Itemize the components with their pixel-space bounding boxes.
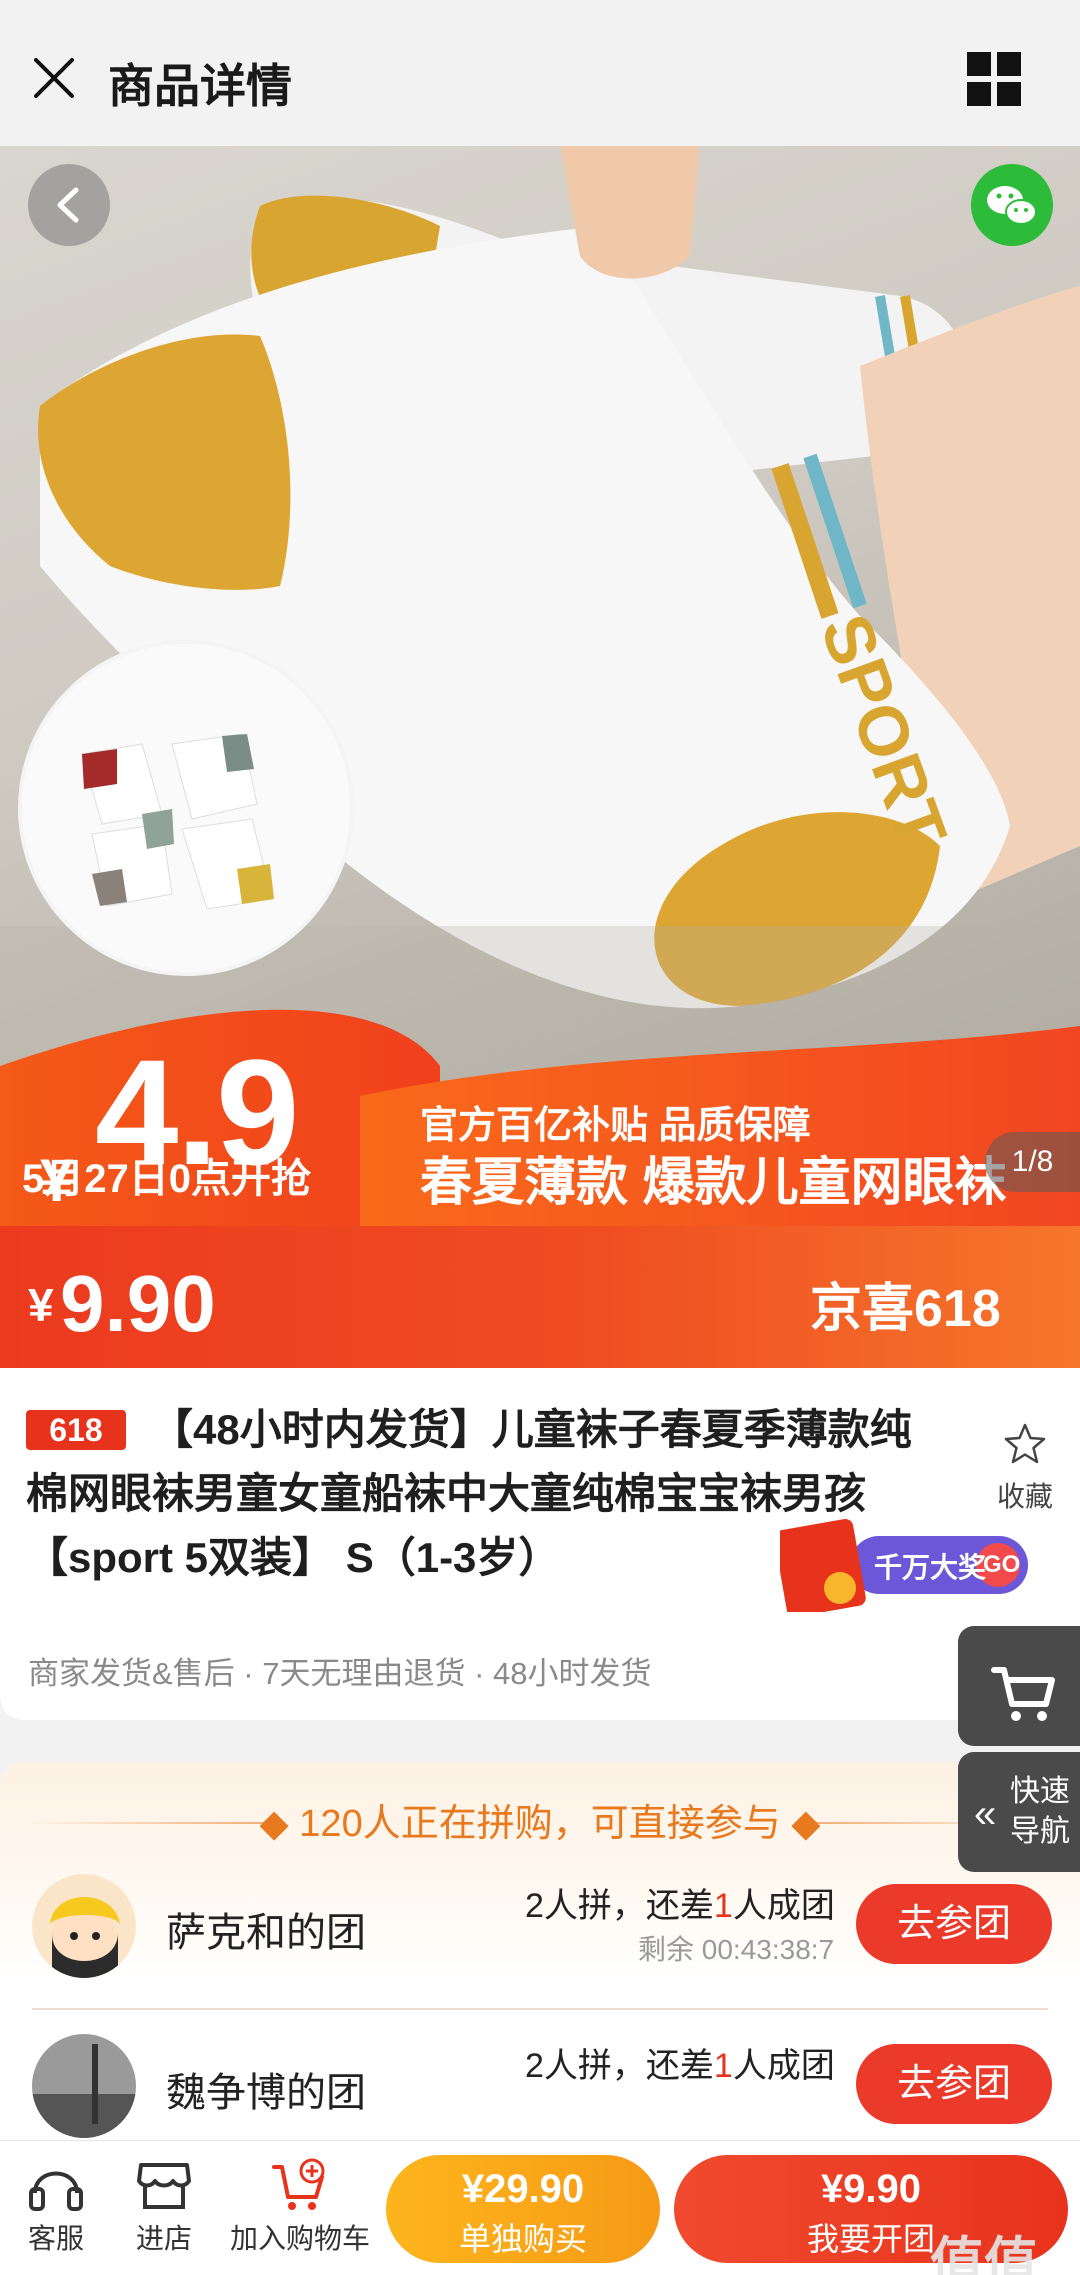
group-buy-heading: ◆ 120人正在拼购，可直接参与 ◆ [259,1803,821,1845]
promo-go: GO [983,1551,1021,1578]
avatar [32,1874,136,1978]
promo-headline: 春夏薄款 爆款儿童网眼袜 [420,1154,1007,1212]
cart-plus-icon [272,2158,325,2210]
lottery-promo-badge[interactable]: 千万大奖 GO [774,1516,1030,1618]
group-status: 2人拼，还差1人成团 [525,2047,835,2085]
back-button[interactable] [28,164,110,246]
group-countdown: 剩余 00:43:38:7 [638,1934,835,1965]
add-to-cart-button[interactable]: 加入购物车 [230,2157,370,2257]
price-currency: ¥ [28,1279,54,1331]
customer-service-button[interactable]: 客服 [24,2157,88,2257]
group-leader-name: 萨克和的团 [166,1911,366,1955]
app-header: 商品详情 [0,0,1080,146]
store-button[interactable]: 进店 [132,2157,196,2257]
price-amount: 9.90 [60,1259,216,1348]
wechat-share-button[interactable] [971,164,1053,246]
avatar [32,2034,136,2138]
group-row: 萨克和的团 2人拼，还差1人成团 剩余 00:43:38:7 去参团 [0,1850,1080,2010]
grid-menu-icon[interactable] [965,50,1023,108]
price-strip: ¥ 9.90 京喜618 [0,1226,1080,1368]
campaign-logo: 京喜618 [810,1280,1001,1338]
campaign-tag: 618 [26,1410,126,1450]
favorite-button[interactable]: 收藏 [990,1420,1060,1515]
chevron-double-left-icon: « [974,1792,997,1836]
quick-nav-button[interactable]: « 快速 导航 [958,1752,1080,1872]
group-leader-name: 魏争博的团 [166,2071,366,2115]
star-icon [1004,1423,1046,1464]
promo-badge-text: 千万大奖 [874,1552,987,1583]
buy-alone-button[interactable]: ¥29.90 单独购买 [386,2155,660,2263]
watermark: 值值值 [930,2233,1038,2275]
sale-date: 5月27日0点开抢 [22,1157,311,1201]
floating-cart-button[interactable] [958,1626,1080,1746]
product-info-card: 【48小时内发货】儿童袜子春夏季薄款纯棉网眼袜男童女童船袜中大童纯棉宝宝袜男孩 … [0,1368,1080,1720]
chevron-left-icon [57,187,79,223]
group-status: 2人拼，还差1人成团 [525,1887,835,1925]
close-icon[interactable] [28,52,80,104]
cart-icon [991,1667,1055,1721]
favorite-label: 收藏 [996,1481,1053,1512]
product-variants-thumbnail [18,640,354,976]
group-buy-section: ◆ 120人正在拼购，可直接参与 ◆ 萨克和的团 2人拼，还差1人成团 剩余 0… [0,1762,1080,2142]
join-group-button[interactable]: 去参团 [856,1884,1052,1964]
wechat-icon [987,186,1037,225]
page-title: 商品详情 [108,60,292,112]
join-group-button[interactable]: 去参团 [856,2044,1052,2124]
bottom-action-bar: 客服 进店 加入购物车 ¥29.90 单独购买 ¥9.90 我要开团 [0,2140,1080,2275]
image-counter: 1/8 [985,1132,1080,1192]
store-icon [137,2163,191,2209]
headset-icon [29,2171,83,2211]
service-guarantees: 商家发货&售后 · 7天无理由退货 · 48小时发货 [28,1656,652,1691]
product-image-carousel[interactable]: SPORT ¥ 4.9 官方百亿补贴 品质保障 春夏薄款 爆款儿童网眼袜 1/8 [0,146,1080,1226]
